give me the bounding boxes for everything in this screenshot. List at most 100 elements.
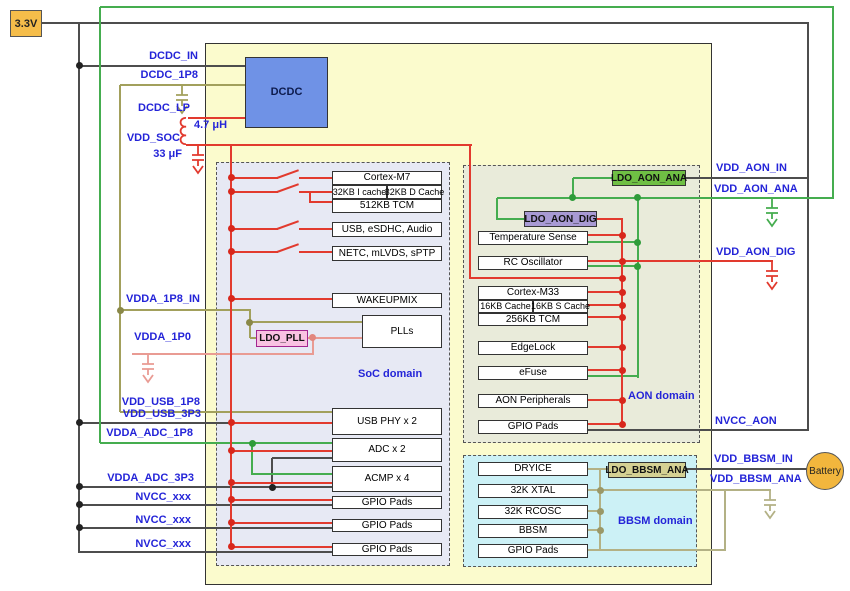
wire-vdda-adc-1p8 xyxy=(100,442,332,444)
junction-dot xyxy=(619,302,626,309)
wire-green-top-loop xyxy=(100,6,834,8)
cap-value-label: 33 μF xyxy=(62,149,182,160)
capacitor-ground-icon xyxy=(140,355,156,385)
soc-domain-label: SoC domain xyxy=(358,368,422,380)
block-32k-rcosc: 32K RCOSC xyxy=(478,505,588,519)
pin-nvcc-aon: NVCC_AON xyxy=(715,416,777,427)
junction-dot xyxy=(597,508,604,515)
wire-ldo-dig-out xyxy=(597,218,623,220)
wire-rcosc-green-stub xyxy=(588,265,639,267)
block-acmp: ACMP x 4 xyxy=(332,466,442,492)
wire-nvcc-1 xyxy=(79,504,332,506)
junction-dot xyxy=(619,344,626,351)
block-bbsm: BBSM xyxy=(478,524,588,538)
junction-dot xyxy=(228,188,235,195)
block-rc-oscillator: RC Oscillator xyxy=(478,256,588,270)
block-dcdc: DCDC xyxy=(245,57,328,128)
junction-dot xyxy=(249,440,256,447)
wire-edgelock-red xyxy=(588,346,623,348)
junction-dot xyxy=(619,258,626,265)
power-diagram: 3.3V Battery DCDC Cortex-M7 32KB I cache… xyxy=(0,0,850,591)
wire-soc-rail xyxy=(230,144,232,548)
pin-vdd-aon-dig: VDD_AON_DIG xyxy=(716,247,795,258)
pin-vdd-aon-in: VDD_AON_IN xyxy=(716,163,787,174)
junction-dot xyxy=(76,62,83,69)
wire-netc-seg2 xyxy=(299,251,332,253)
wire-aongpio-red xyxy=(588,423,623,425)
block-gpio-pads-bbsm: GPIO Pads xyxy=(478,544,588,558)
wire-ldo-pll-out xyxy=(308,337,363,339)
bbsm-domain-label: BBSM domain xyxy=(618,515,693,527)
pin-vdd-bbsm-in: VDD_BBSM_IN xyxy=(714,454,793,465)
junction-dot xyxy=(597,487,604,494)
wire-m33cache-red xyxy=(588,304,623,306)
wire-vdd-soc-to-aon xyxy=(470,277,623,279)
block-ldo-aon-dig: LDO_AON_DIG xyxy=(524,211,597,227)
junction-dot xyxy=(228,225,235,232)
pin-vdda-adc-3p3: VDDA_ADC_3P3 xyxy=(74,473,194,484)
wire-gpio3-red xyxy=(231,546,332,548)
wire-nvcc-2 xyxy=(79,527,332,529)
wire-bbsm-gpio xyxy=(588,549,726,551)
block-16kb-s-cache: 16KB S Cache xyxy=(533,300,588,313)
junction-dot xyxy=(619,421,626,428)
wire-vdd-aon-dig xyxy=(588,260,773,262)
junction-dot xyxy=(634,263,641,270)
block-netc-mlvds-sptp: NETC, mLVDS, sPTP xyxy=(332,246,442,261)
junction-dot xyxy=(228,295,235,302)
junction-dot xyxy=(228,447,235,454)
inductor-value-label: 4.7 μH xyxy=(194,120,227,131)
wire-usb-phy xyxy=(231,422,332,424)
wire-ldo-dig-in xyxy=(497,218,524,220)
junction-dot xyxy=(619,397,626,404)
wire-vdd-aon-ana xyxy=(497,197,834,199)
block-32k-xtal: 32K XTAL xyxy=(478,484,588,498)
block-icache: 32KB I cache xyxy=(332,185,387,199)
supply-3v3-label: 3.3V xyxy=(15,18,38,30)
wire-efuse-red xyxy=(588,369,623,371)
block-temperature-sense: Temperature Sense xyxy=(478,231,588,245)
wire-vdd-bbsm-ana xyxy=(588,489,771,491)
pin-dcdc-in: DCDC_IN xyxy=(78,51,198,62)
junction-dot xyxy=(619,275,626,282)
wire-green-aon-rail xyxy=(637,198,639,378)
pin-vdd-usb-1p8: VDD_USB_1P8 xyxy=(80,397,200,408)
pin-dcdc-lp: DCDC_LP xyxy=(70,103,190,114)
pin-nvcc-1: NVCC_xxx xyxy=(71,492,191,503)
block-plls: PLLs xyxy=(362,315,442,348)
junction-dot xyxy=(228,479,235,486)
block-dcache: 32KB D Cache xyxy=(387,185,442,199)
block-aon-peripherals: AON Peripherals xyxy=(478,394,588,408)
wire-nvcc-3 xyxy=(79,551,332,553)
block-gpio-pads-1: GPIO Pads xyxy=(332,496,442,509)
block-efuse: eFuse xyxy=(478,366,588,380)
junction-dot xyxy=(634,239,641,246)
wire-usb-seg2 xyxy=(299,228,332,230)
junction-dot xyxy=(619,289,626,296)
supply-3v3-box: 3.3V xyxy=(10,10,42,37)
junction-dot xyxy=(117,307,124,314)
wire-m33-red xyxy=(588,291,623,293)
pin-vdda-1p0: VDDA_1P0 xyxy=(71,332,191,343)
wire-netc-seg xyxy=(231,251,278,253)
wire-m7-seg xyxy=(231,177,278,179)
junction-dot xyxy=(228,248,235,255)
junction-dot xyxy=(619,232,626,239)
block-adc: ADC x 2 xyxy=(332,438,442,462)
pin-vdda-adc-1p8: VDDA_ADC_1P8 xyxy=(73,428,193,439)
pin-nvcc-3: NVCC_xxx xyxy=(71,539,191,550)
wire-usb-seg xyxy=(231,228,278,230)
wire-vdd-soc xyxy=(186,144,472,146)
wire-efuse-green-stub xyxy=(588,375,639,377)
block-ldo-pll: LDO_PLL xyxy=(256,330,308,347)
block-gpio-pads-2: GPIO Pads xyxy=(332,519,442,532)
capacitor-ground-icon xyxy=(764,199,780,229)
pin-vdd-usb-3p3: VDD_USB_3P3 xyxy=(81,409,201,420)
junction-dot xyxy=(569,194,576,201)
block-ldo-bbsm-ana: LDO_BBSM_ANA xyxy=(608,462,686,478)
wire-green-right-rail xyxy=(832,7,834,198)
pin-vdda-1p8-in: VDDA_1P8_IN xyxy=(80,294,200,305)
capacitor-ground-icon xyxy=(762,491,778,521)
block-gpio-pads-aon: GPIO Pads xyxy=(478,420,588,434)
wire-1p8-to-plls xyxy=(250,321,363,323)
